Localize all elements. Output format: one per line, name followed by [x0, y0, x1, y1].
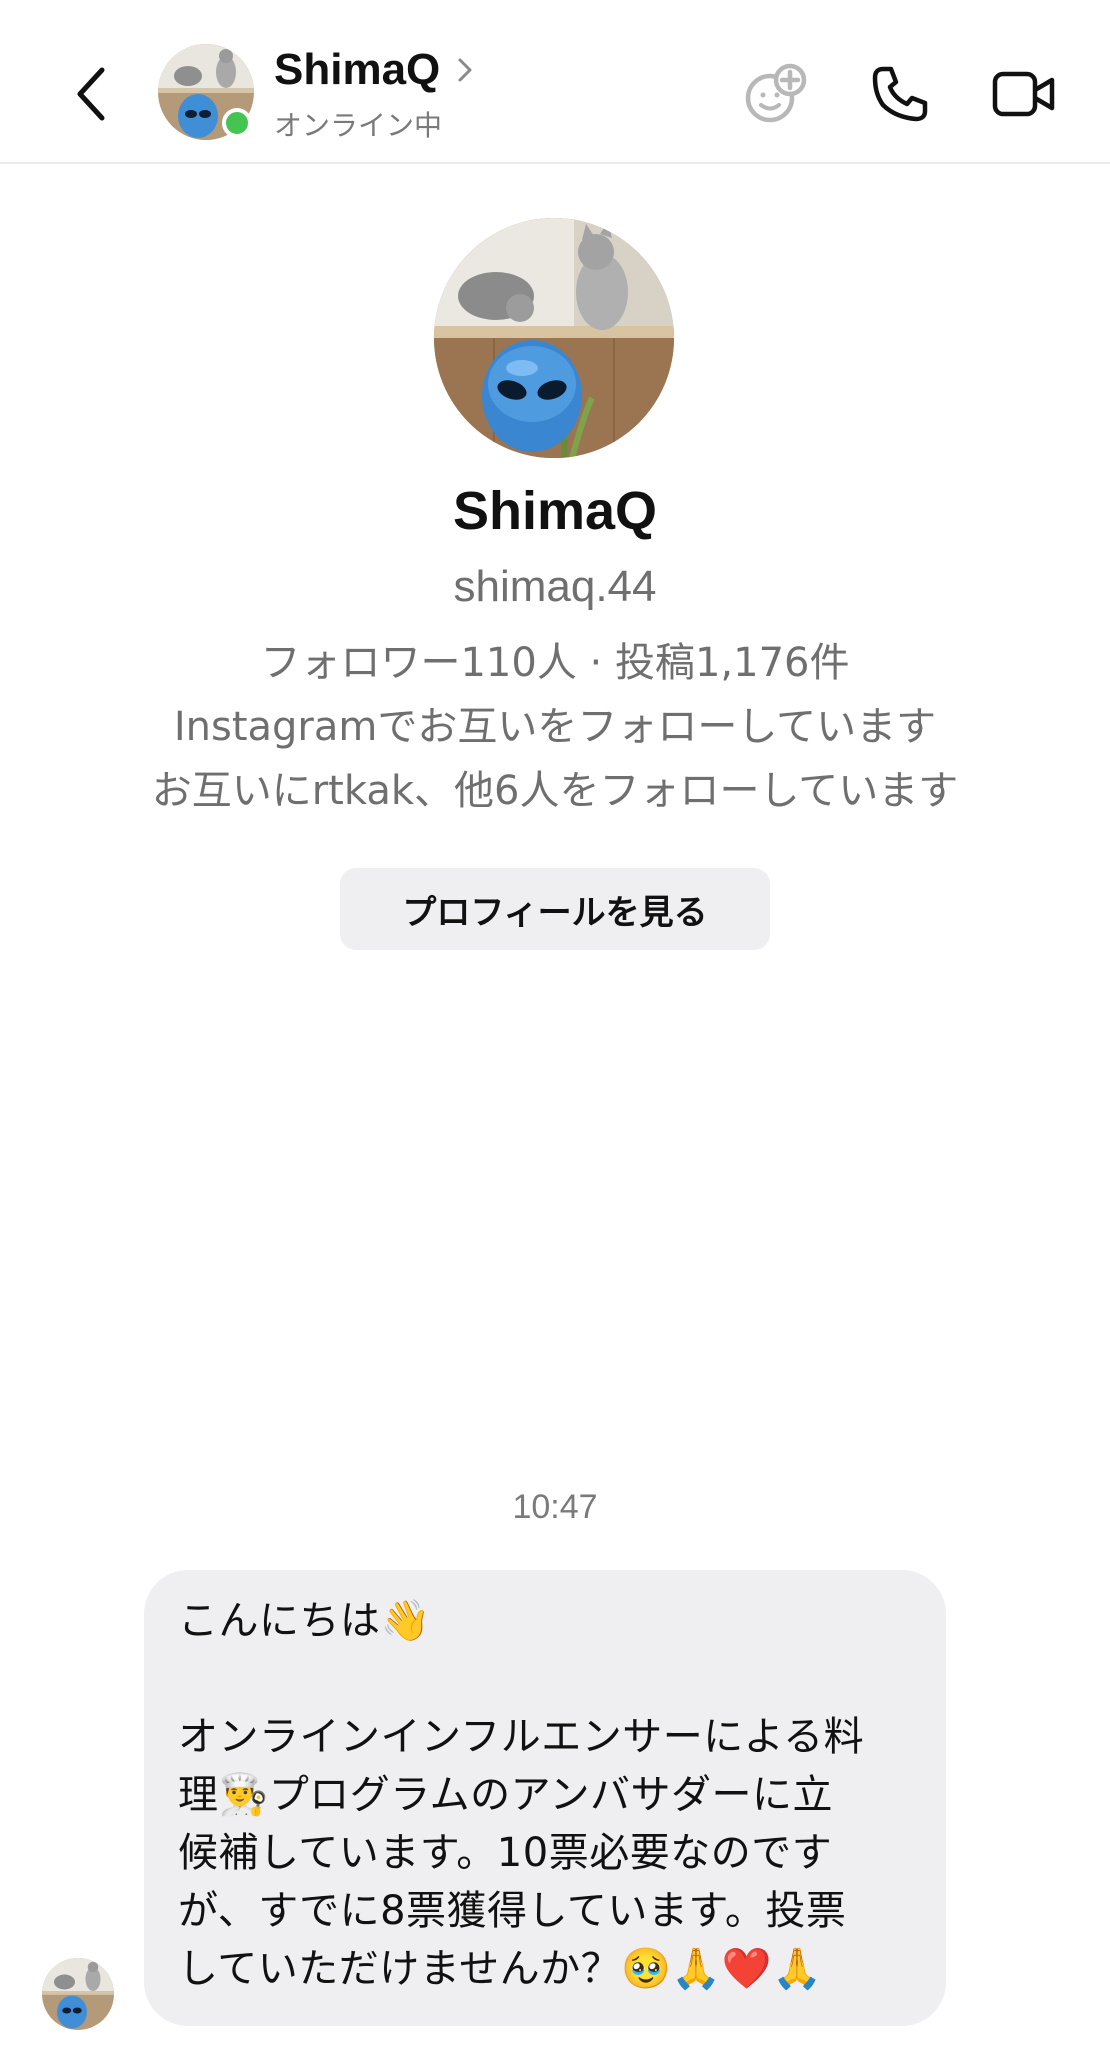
video-call-button[interactable] [982, 52, 1066, 136]
followed-by-text: お互いにrtkak、他6人をフォローしています [151, 768, 959, 814]
chat-screen: ShimaQ オンライン中 ShimaQ shimaq.44 フォロワー110人… [0, 0, 1110, 2048]
message-line: が、すでに8票獲得しています。投票 [178, 1888, 847, 1934]
profile-username: shimaq.44 [453, 562, 657, 611]
chef-emoji: 👨‍🍳 [218, 1772, 269, 1818]
cats-alien-avatar-image [434, 218, 674, 458]
message-text: こんにちは👋 オンラインインフルエンサーによる料 理👨‍🍳プログラムのアンバサダ… [178, 1592, 916, 1998]
game-controller-add-icon [745, 63, 807, 123]
message-line: こんにちは👋 [178, 1592, 916, 1650]
online-status-dot [222, 108, 252, 138]
message-line-text: こんにちは [178, 1598, 381, 1644]
header-title[interactable]: ShimaQ [274, 44, 474, 96]
waving-hand-emoji: 👋 [380, 1598, 431, 1644]
back-button[interactable] [62, 56, 122, 132]
chevron-right-icon [456, 56, 474, 84]
message-line: 候補しています。10票必要なのです [178, 1830, 833, 1876]
message-bubble[interactable]: こんにちは👋 オンラインインフルエンサーによる料 理👨‍🍳プログラムのアンバサダ… [144, 1570, 946, 2026]
message-line: 理👨‍🍳プログラムのアンバサダーに立 [178, 1766, 916, 1824]
message-timestamp: 10:47 [512, 1488, 598, 1526]
profile-avatar[interactable] [434, 218, 674, 458]
message-emojis: 🥹🙏❤️🙏 [621, 1946, 823, 1992]
profile-stats: フォロワー110人 · 投稿1,176件 [260, 640, 850, 686]
voice-call-button[interactable] [858, 52, 942, 136]
message-line: していただけませんか？🥹🙏❤️🙏 [178, 1940, 916, 1998]
mutual-follow-text: Instagramでお互いをフォローしています [173, 704, 937, 750]
message-line: オンラインインフルエンサーによる料 [178, 1714, 865, 1760]
video-camera-icon [992, 71, 1055, 117]
phone-icon [872, 66, 928, 122]
message-line-text: していただけませんか？ [178, 1946, 622, 1992]
profile-name: ShimaQ [452, 481, 658, 541]
cats-alien-avatar-image [42, 1958, 114, 2030]
online-status-text: オンライン中 [274, 109, 443, 142]
back-chevron-icon [77, 67, 105, 121]
message-line-text: プログラムのアンバサダーに立 [268, 1772, 834, 1818]
chat-header: ShimaQ オンライン中 [0, 0, 1110, 164]
message-line-text: 理 [178, 1772, 219, 1818]
sender-avatar[interactable] [42, 1958, 114, 2030]
view-profile-button[interactable]: プロフィールを見る [340, 868, 770, 950]
game-button[interactable] [734, 52, 818, 136]
header-name[interactable]: ShimaQ [274, 45, 440, 95]
